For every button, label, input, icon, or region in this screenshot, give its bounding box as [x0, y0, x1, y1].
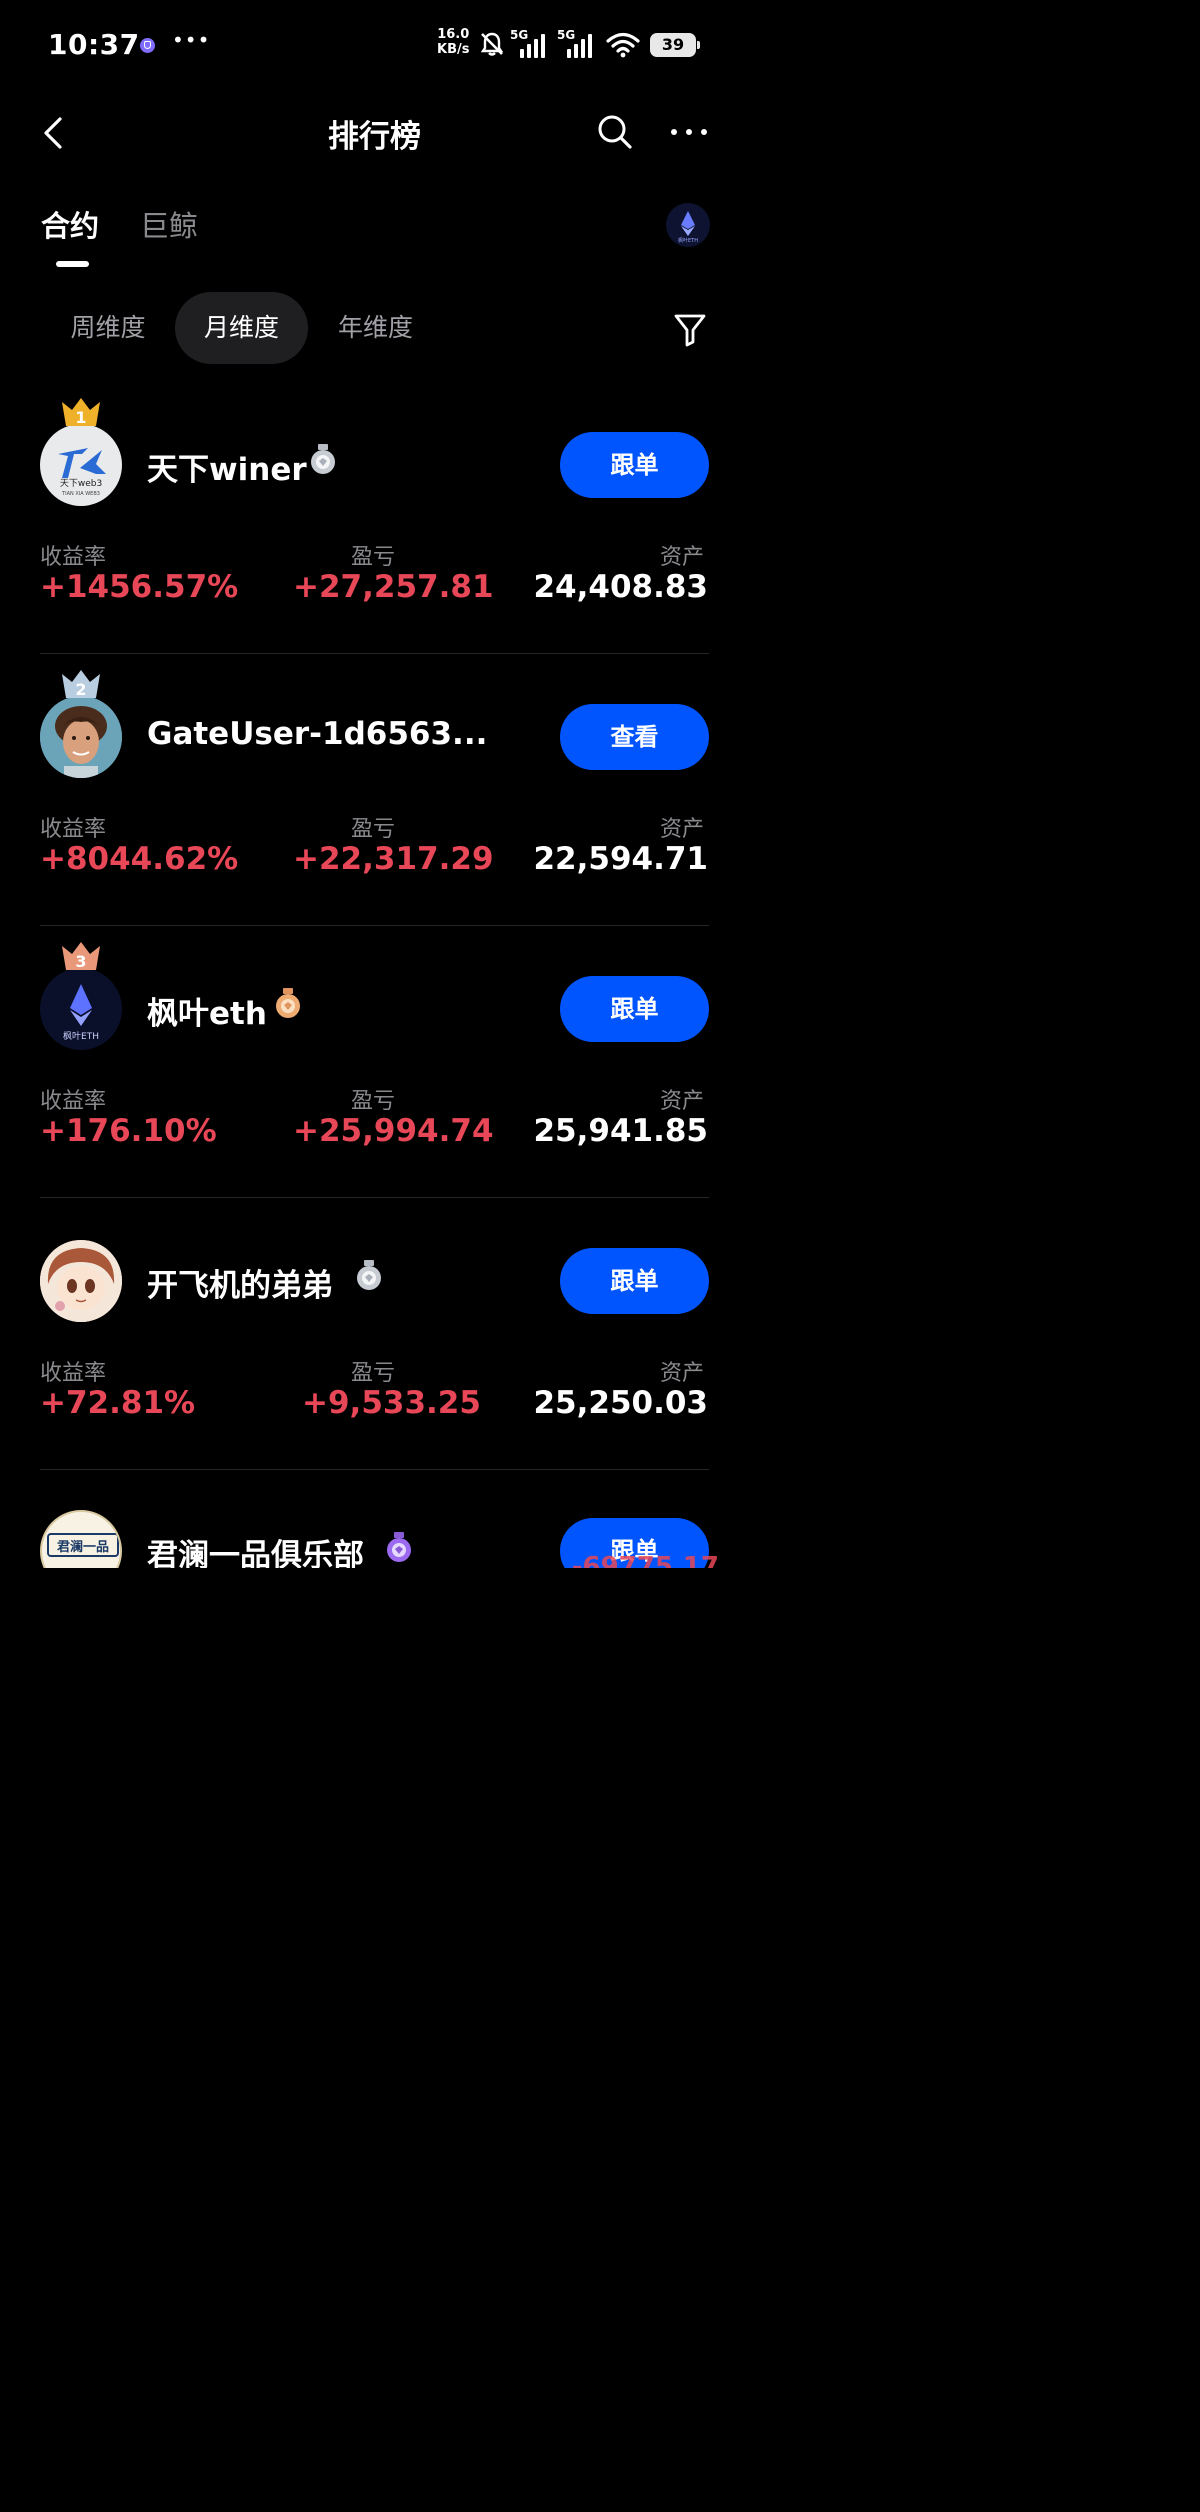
avatar [40, 1240, 122, 1322]
notification-more-icon: ••• [172, 28, 211, 52]
filter-icon[interactable] [672, 310, 708, 348]
avatar: 枫叶ETH [40, 968, 122, 1050]
trader-name: 天下winer [147, 452, 307, 488]
pnl-value: +22,317.29 [293, 841, 494, 877]
assets-value: 25,250.03 [533, 1385, 708, 1421]
battery-icon: 39 [650, 33, 700, 57]
rank-number: 3 [75, 952, 86, 971]
crown-gold-icon: 1 [62, 398, 100, 427]
rank-number: 2 [75, 680, 86, 699]
rank-number: 1 [75, 408, 86, 427]
wifi-icon [606, 32, 640, 58]
eth-profile-badge[interactable]: 枫叶ETH [666, 203, 710, 247]
silver-medal-icon [357, 1260, 381, 1290]
crown-bronze-icon: 3 [62, 942, 100, 971]
signal-1-icon: 5G [510, 28, 552, 60]
floating-value: -69775.17 [571, 1552, 719, 1568]
period-selector: 周维度 月维度 年维度 [0, 292, 749, 366]
crown-silver-icon: 2 [62, 670, 100, 699]
vpn-shield-icon [140, 38, 155, 53]
assets-label: 资产 [660, 817, 705, 842]
status-bar: 10:37 ••• 16.0 KB/s 5G 5G 39 [0, 0, 749, 90]
assets-label: 资产 [660, 1361, 705, 1386]
assets-label: 资产 [660, 1089, 705, 1114]
view-button[interactable]: 查看 [560, 704, 709, 770]
search-icon[interactable] [596, 113, 634, 151]
rate-label: 收益率 [40, 545, 107, 570]
period-monthly[interactable]: 月维度 [175, 292, 308, 364]
avatar: 天下web3 TIAN XIA WEB3 [40, 424, 122, 506]
trader-name: 开飞机的弟弟 [147, 1268, 333, 1304]
purple-medal-icon [387, 1532, 411, 1562]
assets-value: 25,941.85 [533, 1113, 708, 1149]
avatar-subtext: TIAN XIA WEB3 [61, 491, 100, 497]
assets-value: 24,408.83 [533, 569, 708, 605]
page-title: 排行榜 [328, 119, 421, 155]
copy-trade-button[interactable]: 跟单 [560, 976, 709, 1042]
pnl-value: +27,257.81 [293, 569, 494, 605]
divider [40, 1469, 709, 1470]
trader-name: GateUser-1d6563... [147, 716, 488, 752]
pnl-label: 盈亏 [351, 817, 396, 842]
active-tab-indicator [56, 261, 89, 267]
silver-medal-icon [311, 444, 335, 474]
period-weekly[interactable]: 周维度 [48, 292, 168, 364]
trader-name: 君澜一品俱乐部 [147, 1538, 364, 1568]
ethereum-logo-icon: 枫叶ETH [678, 211, 698, 244]
tab-contract[interactable]: 合约 [41, 203, 99, 245]
copy-trade-button[interactable]: 跟单 [560, 1248, 709, 1314]
avatar-text: 天下web3 [60, 479, 102, 489]
pnl-value: +25,994.74 [293, 1113, 494, 1149]
pnl-label: 盈亏 [351, 1361, 396, 1386]
leaderboard-item-1[interactable]: 天下web3 TIAN XIA WEB3 1 天下winer 跟单 收益率 盈亏… [0, 394, 749, 666]
tab-whale[interactable]: 巨鲸 [140, 203, 198, 245]
rate-value: +72.81% [40, 1385, 196, 1421]
status-time: 10:37 [48, 28, 140, 61]
assets-label: 资产 [660, 545, 705, 570]
copy-trade-button[interactable]: 跟单 [560, 432, 709, 498]
rate-label: 收益率 [40, 1361, 107, 1386]
category-tabs: 合约 巨鲸 枫叶ETH [0, 195, 749, 275]
rate-value: +176.10% [40, 1113, 217, 1149]
network-speed-value: 16.0 [437, 27, 470, 42]
leaderboard-item-5[interactable]: 君澜一品 君澜一品俱乐部 跟单 -69775.17 [0, 1482, 749, 1568]
more-options-icon[interactable] [668, 113, 710, 151]
network-speed-unit: KB/s [437, 42, 470, 57]
avatar [40, 696, 122, 778]
pnl-value: +9,533.25 [302, 1385, 481, 1421]
divider [40, 653, 709, 654]
trader-name: 枫叶eth [147, 996, 267, 1032]
pnl-label: 盈亏 [351, 1089, 396, 1114]
leaderboard-item-3[interactable]: 枫叶ETH 3 枫叶eth 跟单 收益率 盈亏 资产 +176.10% +25,… [0, 938, 749, 1210]
bronze-medal-icon [276, 988, 300, 1018]
pnl-label: 盈亏 [351, 545, 396, 570]
rate-value: +8044.62% [40, 841, 239, 877]
avatar: 君澜一品 [40, 1510, 122, 1568]
rate-label: 收益率 [40, 1089, 107, 1114]
divider [40, 1197, 709, 1198]
rate-value: +1456.57% [40, 569, 239, 605]
avatar-text: 枫叶ETH [63, 1030, 99, 1042]
signal-2-icon: 5G [557, 28, 599, 60]
app-header: 排行榜 [0, 95, 749, 170]
network-speed: 16.0 KB/s [437, 27, 469, 57]
rate-label: 收益率 [40, 817, 107, 842]
mute-bell-icon [480, 32, 504, 56]
divider [40, 925, 709, 926]
assets-value: 22,594.71 [533, 841, 708, 877]
avatar-text: 君澜一品 [57, 1539, 109, 1555]
leaderboard-item-2[interactable]: 2 GateUser-1d6563... 查看 收益率 盈亏 资产 +8044.… [0, 666, 749, 938]
eth-badge-label: 枫叶ETH [678, 237, 698, 244]
leaderboard-item-4[interactable]: 开飞机的弟弟 跟单 收益率 盈亏 资产 +72.81% +9,533.25 25… [0, 1210, 749, 1482]
period-yearly[interactable]: 年维度 [318, 292, 433, 364]
